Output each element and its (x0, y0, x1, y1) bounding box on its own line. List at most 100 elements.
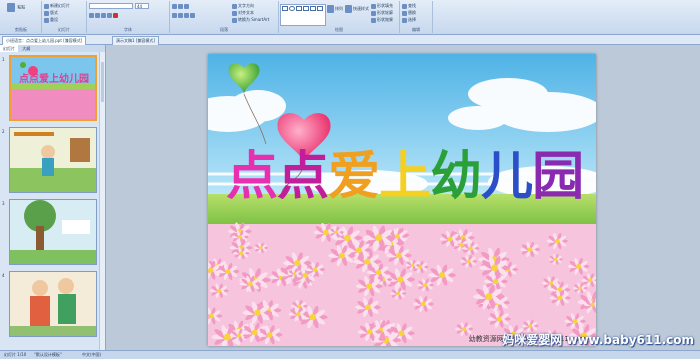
group-label: 编辑 (412, 27, 420, 32)
layout-icon (44, 10, 49, 16)
group-label: 字体 (124, 27, 132, 32)
shapes-gallery[interactable] (280, 4, 326, 26)
italic-icon (95, 12, 100, 18)
panel-scrollbar[interactable] (99, 52, 105, 350)
star-shape-icon[interactable] (317, 6, 323, 11)
slide-thumbnail-1[interactable]: 点点爱上幼儿园 (9, 55, 97, 121)
font-group: 44 字体 (87, 1, 170, 33)
font-color-icon (113, 12, 118, 18)
document-tab-bar: 小班语言：点点爱上幼儿园.ppt [兼容模式] 演示文稿1 [兼容模式] (0, 35, 700, 45)
oval-shape-icon[interactable] (289, 6, 295, 11)
smartart-icon (232, 17, 237, 23)
slide-number: 3 (2, 201, 5, 206)
justify-icon (190, 12, 195, 18)
shape-effects-icon (371, 17, 376, 23)
align-center-icon (178, 12, 183, 18)
align-left-icon (172, 12, 177, 18)
thumbnail-1-image (11, 57, 95, 119)
shape-outline-icon (371, 10, 376, 16)
slide-number: 4 (2, 273, 5, 278)
find-icon (402, 3, 407, 9)
title-char: 园 (532, 146, 584, 207)
quick-styles-button[interactable]: 快速样式 (345, 5, 369, 13)
rectangle-shape-icon[interactable] (282, 6, 288, 11)
new-slide-icon (44, 3, 49, 9)
underline-icon (101, 12, 106, 18)
document-tab[interactable]: 演示文稿1 [兼容模式] (112, 36, 159, 45)
arrange-icon (327, 5, 334, 13)
strikethrough-icon (107, 12, 112, 18)
find-button[interactable]: 查找 (402, 3, 416, 9)
new-slide-button[interactable]: 新建幻灯片 (44, 3, 70, 9)
group-label: 段落 (220, 27, 228, 32)
triangle-shape-icon[interactable] (310, 6, 316, 11)
paragraph-group: 文字方向 对齐文本 转换为 SmartArt 段落 (170, 1, 279, 33)
clipboard-group: 粘贴 剪贴板 (1, 1, 42, 33)
indent-icon (184, 3, 189, 9)
replace-icon (402, 10, 407, 16)
slide-number: 1 (2, 57, 5, 62)
tab-slides[interactable]: 幻灯片 (0, 45, 18, 52)
thumbnail-title: 点点爱上幼儿园 (19, 74, 89, 85)
replace-button[interactable]: 替换 (402, 10, 416, 16)
slide-number: 2 (2, 129, 5, 134)
slide-editor: 点点爱上幼儿园 幼教资源网站 ziyuan.baby611.com (106, 45, 700, 350)
line-shape-icon[interactable] (296, 6, 302, 11)
select-icon (402, 17, 407, 23)
title-char: 点 (226, 146, 278, 207)
numbering-icon (178, 3, 183, 9)
paste-icon (7, 3, 15, 12)
title-char: 上 (379, 146, 431, 207)
align-text-icon (232, 10, 237, 16)
group-label: 绘图 (335, 27, 343, 32)
align-text-button[interactable]: 对齐文本 (232, 10, 254, 16)
editing-group: 查找 替换 选择 编辑 (400, 1, 433, 33)
shape-fill-button[interactable]: 形状填充 (371, 3, 393, 9)
arrow-shape-icon[interactable] (303, 6, 309, 11)
thumbnail-3-image (10, 200, 96, 264)
tab-outline[interactable]: 大纲 (19, 45, 33, 52)
title-char: 儿 (481, 146, 533, 207)
arrange-button[interactable]: 排列 (327, 5, 343, 13)
document-tab-active[interactable]: 小班语言：点点爱上幼儿园.ppt [兼容模式] (2, 36, 87, 45)
list-buttons[interactable] (172, 3, 190, 9)
title-char: 点 (277, 146, 329, 207)
slide-thumbnail-3[interactable] (9, 199, 97, 265)
slides-panel: 幻灯片 大纲 1 点点爱上幼儿园 2 3 4 (0, 45, 106, 350)
watermark: 妈咪爱婴网 www.baby611.com (502, 333, 694, 347)
shape-outline-button[interactable]: 形状轮廓 (371, 10, 393, 16)
convert-smartart-button[interactable]: 转换为 SmartArt (232, 17, 269, 23)
shape-effects-button[interactable]: 形状效果 (371, 17, 393, 23)
paste-button[interactable]: 粘贴 (7, 3, 25, 12)
thumbnail-4-image (10, 272, 96, 336)
text-direction-button[interactable]: 文字方向 (232, 3, 254, 9)
slide-thumbnail-2[interactable] (9, 127, 97, 193)
group-label: 幻灯片 (58, 27, 70, 32)
ribbon: 粘贴 剪贴板 新建幻灯片 版式 重设 幻灯片 44 字体 文字方向 对齐文本 转… (0, 0, 700, 35)
font-format-buttons[interactable] (89, 12, 119, 18)
layout-button[interactable]: 版式 (44, 10, 58, 16)
bold-icon (89, 12, 94, 18)
slides-group: 新建幻灯片 版式 重设 幻灯片 (42, 1, 87, 33)
align-buttons[interactable] (172, 12, 196, 18)
reset-icon (44, 17, 49, 23)
reset-button[interactable]: 重设 (44, 17, 58, 23)
title-char: 幼 (430, 146, 482, 207)
drawing-group: 排列 快速样式 形状填充 形状轮廓 形状效果 绘图 (279, 1, 400, 33)
select-button[interactable]: 选择 (402, 17, 416, 23)
group-label: 剪贴板 (15, 27, 27, 32)
bullets-icon (172, 3, 177, 9)
font-size-select[interactable]: 44 (135, 3, 149, 9)
current-slide[interactable]: 点点爱上幼儿园 幼教资源网站 ziyuan.baby611.com (208, 54, 596, 346)
shape-fill-icon (371, 3, 376, 9)
panel-tabs: 幻灯片 大纲 (0, 45, 105, 52)
slide-title[interactable]: 点点爱上幼儿园 (226, 134, 584, 209)
scrollbar-thumb[interactable] (101, 62, 104, 102)
title-char: 爱 (328, 146, 380, 207)
text-direction-icon (232, 3, 237, 9)
slide-thumbnail-4[interactable] (9, 271, 97, 337)
align-right-icon (184, 12, 189, 18)
quick-styles-icon (345, 5, 352, 13)
thumbnail-2-image (10, 128, 96, 192)
font-name-select[interactable] (89, 3, 133, 9)
